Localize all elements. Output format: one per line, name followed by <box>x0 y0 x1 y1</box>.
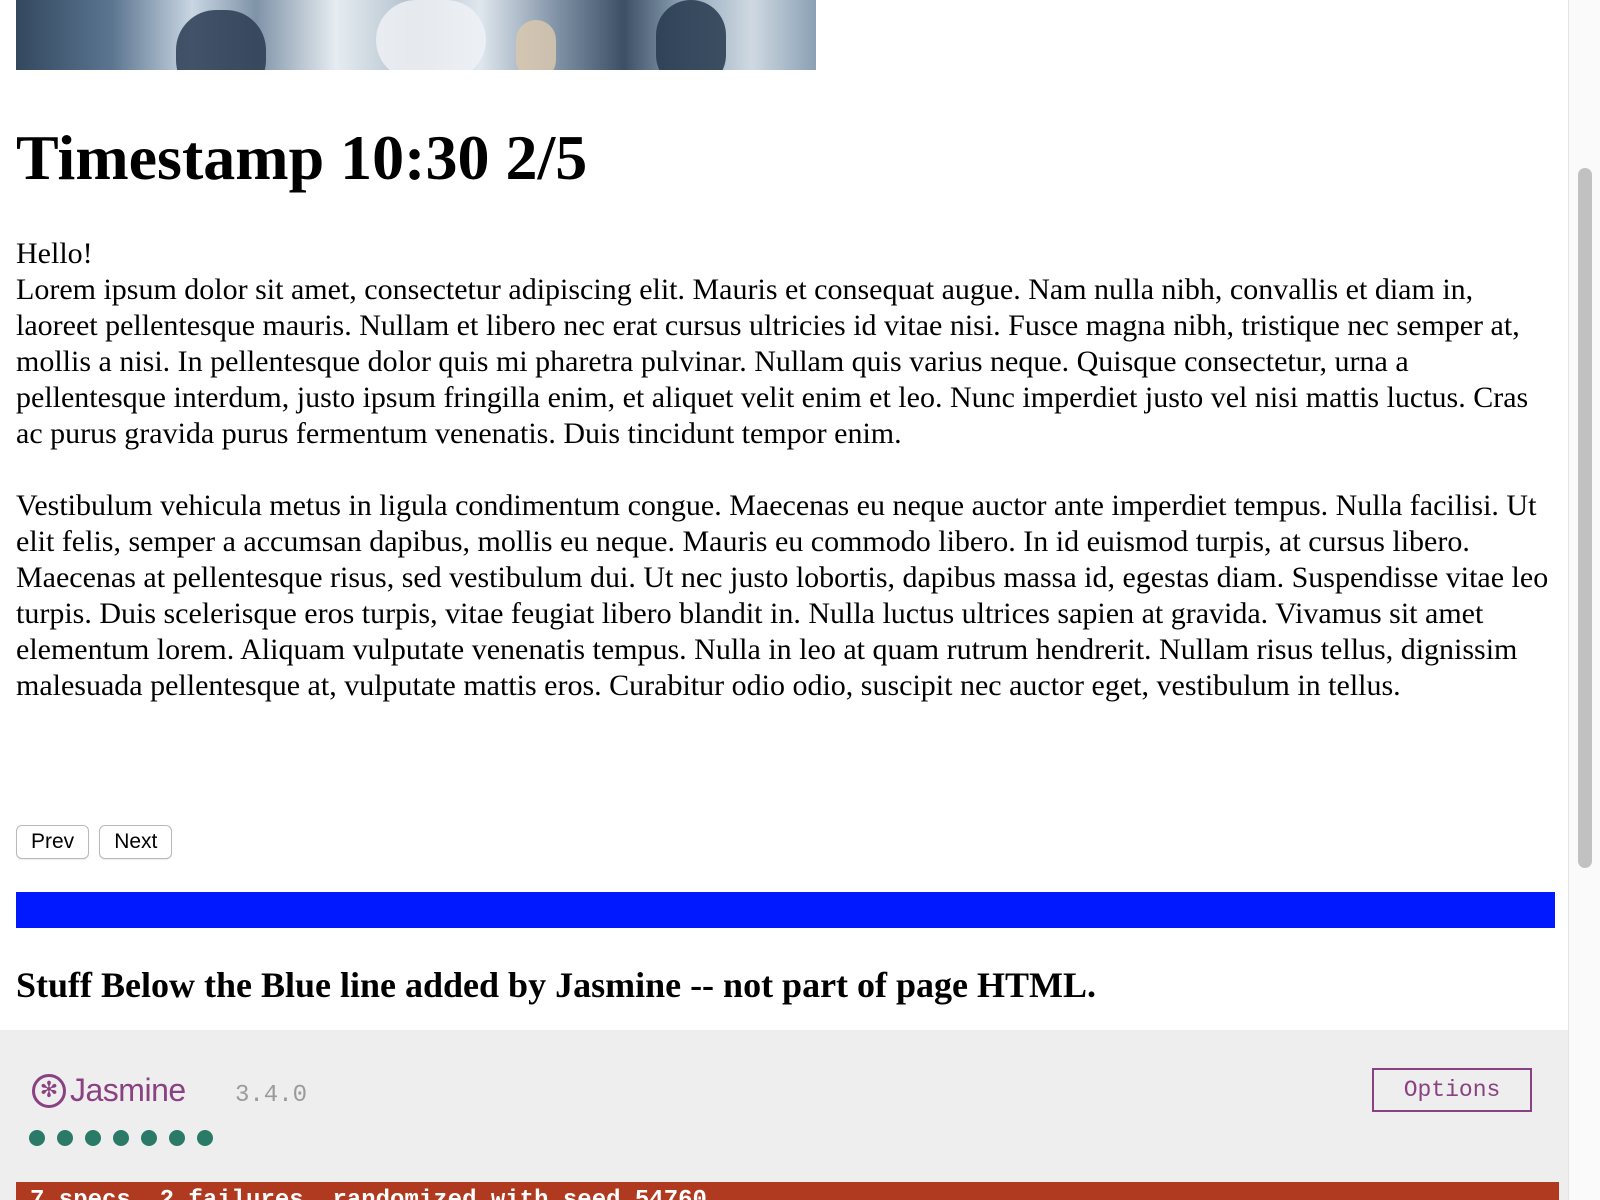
jasmine-flower-icon: ✻ <box>32 1073 66 1108</box>
jasmine-reporter: ✻ Jasmine 3.4.0 Options <box>0 1030 1568 1200</box>
paragraph: Vestibulum vehicula metus in ligula cond… <box>16 489 1549 702</box>
header-image <box>16 0 816 70</box>
spec-dot[interactable] <box>141 1130 157 1146</box>
spec-dot[interactable] <box>85 1130 101 1146</box>
spec-dot[interactable] <box>197 1130 213 1146</box>
article-body: Hello! Lorem ipsum dolor sit amet, conse… <box>16 236 1556 704</box>
spec-dot[interactable] <box>57 1130 73 1146</box>
blue-divider <box>16 892 1555 928</box>
spec-results <box>29 1130 213 1146</box>
pagination: Prev Next <box>16 825 173 859</box>
paragraph: Lorem ipsum dolor sit amet, consectetur … <box>16 273 1529 450</box>
scrollbar-thumb[interactable] <box>1578 168 1592 868</box>
options-button[interactable]: Options <box>1372 1068 1532 1112</box>
jasmine-logo[interactable]: ✻ Jasmine <box>32 1072 186 1109</box>
jasmine-logo-text: Jasmine <box>70 1072 186 1108</box>
jasmine-version: 3.4.0 <box>235 1082 308 1109</box>
jasmine-notice: Stuff Below the Blue line added by Jasmi… <box>16 965 1097 1005</box>
spec-dot[interactable] <box>29 1130 45 1146</box>
spec-dot[interactable] <box>113 1130 129 1146</box>
spec-dot[interactable] <box>169 1130 185 1146</box>
page-title: Timestamp 10:30 2/5 <box>16 122 588 193</box>
prev-button[interactable]: Prev <box>16 825 90 859</box>
next-button[interactable]: Next <box>99 825 173 859</box>
test-status-bar: 7 specs, 2 failures, randomized with see… <box>16 1182 1559 1200</box>
page: Timestamp 10:30 2/5 Hello! Lorem ipsum d… <box>0 0 1568 1200</box>
greeting-text: Hello! <box>16 237 93 270</box>
